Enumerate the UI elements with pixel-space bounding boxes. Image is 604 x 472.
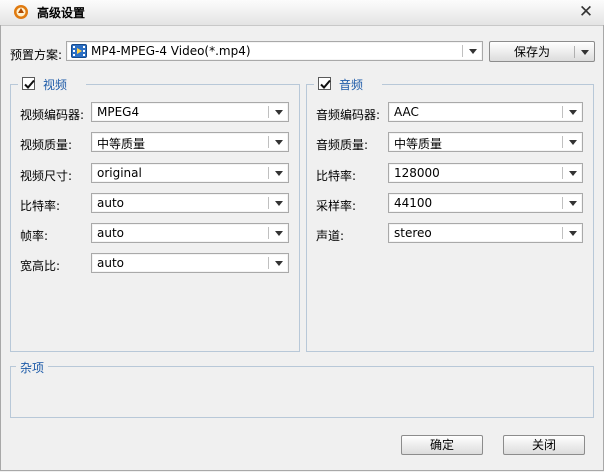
video-aspect-label: 宽高比: (20, 259, 61, 273)
video-codec-label: 视频编码器: (20, 108, 85, 122)
chevron-down-icon (275, 201, 283, 206)
preset-value: MP4-MPEG-4 Video(*.mp4) (91, 44, 251, 58)
video-codec-value: MPEG4 (97, 105, 140, 119)
misc-legend: 杂项 (16, 359, 49, 376)
chevron-down-icon[interactable] (581, 50, 589, 55)
video-size-value: original (97, 166, 142, 180)
audio-group (306, 84, 594, 352)
video-quality-value: 中等质量 (97, 137, 146, 151)
audio-enable-checkbox[interactable] (318, 77, 331, 90)
chevron-down-icon (469, 49, 477, 54)
audio-samplerate-value: 44100 (394, 196, 433, 210)
video-enable-checkbox[interactable] (22, 77, 35, 90)
video-legend: 视频 (18, 76, 86, 92)
video-codec-select[interactable]: MPEG4 (91, 102, 289, 122)
check-icon (320, 79, 331, 89)
audio-codec-value: AAC (394, 105, 419, 119)
chevron-down-icon (569, 171, 577, 176)
video-quality-select[interactable]: 中等质量 (91, 132, 289, 152)
video-bitrate-select[interactable]: auto (91, 193, 289, 213)
check-icon (24, 79, 35, 89)
save-as-label: 保存为 (513, 45, 550, 59)
chevron-down-icon (275, 261, 283, 266)
video-legend-label: 视频 (43, 78, 68, 92)
chevron-down-icon (275, 171, 283, 176)
misc-group (10, 366, 594, 418)
audio-legend-label: 音频 (339, 78, 364, 92)
audio-channels-label: 声道: (316, 229, 345, 243)
window-title: 高级设置 (37, 6, 86, 20)
chevron-down-icon (569, 140, 577, 145)
video-quality-label: 视频质量: (20, 138, 73, 152)
audio-quality-select[interactable]: 中等质量 (388, 132, 583, 152)
video-size-select[interactable]: original (91, 163, 289, 183)
video-aspect-select[interactable]: auto (91, 253, 289, 273)
preset-label: 预置方案: (10, 48, 63, 62)
ok-button[interactable]: 确定 (401, 435, 483, 455)
video-framerate-label: 帧率: (20, 229, 49, 243)
audio-bitrate-select[interactable]: 128000 (388, 163, 583, 183)
chevron-down-icon (275, 231, 283, 236)
video-aspect-value: auto (97, 256, 125, 270)
audio-quality-label: 音频质量: (316, 138, 369, 152)
chevron-down-icon (275, 140, 283, 145)
audio-bitrate-value: 128000 (394, 166, 440, 180)
audio-codec-label: 音频编码器: (316, 108, 381, 122)
close-button[interactable]: 关闭 (503, 435, 585, 455)
app-logo-icon (14, 5, 28, 19)
chevron-down-icon (569, 231, 577, 236)
video-group (10, 84, 300, 352)
audio-channels-select[interactable]: stereo (388, 223, 583, 243)
close-icon[interactable]: ✕ (576, 3, 596, 21)
chevron-down-icon (569, 110, 577, 115)
chevron-down-icon (275, 110, 283, 115)
audio-samplerate-select[interactable]: 44100 (388, 193, 583, 213)
audio-codec-select[interactable]: AAC (388, 102, 583, 122)
video-framerate-select[interactable]: auto (91, 223, 289, 243)
audio-bitrate-label: 比特率: (316, 169, 357, 183)
audio-quality-value: 中等质量 (394, 137, 443, 151)
preset-select[interactable]: MP4-MPEG-4 Video(*.mp4) (66, 41, 483, 61)
audio-channels-value: stereo (394, 226, 432, 240)
chevron-down-icon (569, 201, 577, 206)
video-size-label: 视频尺寸: (20, 169, 73, 183)
title-bar[interactable]: 高级设置 ✕ (0, 0, 604, 26)
audio-legend: 音频 (314, 76, 382, 92)
video-framerate-value: auto (97, 226, 125, 240)
video-file-icon (71, 44, 87, 58)
video-bitrate-value: auto (97, 196, 125, 210)
save-as-button[interactable]: 保存为 (489, 41, 595, 62)
audio-samplerate-label: 采样率: (316, 199, 357, 213)
video-bitrate-label: 比特率: (20, 199, 61, 213)
